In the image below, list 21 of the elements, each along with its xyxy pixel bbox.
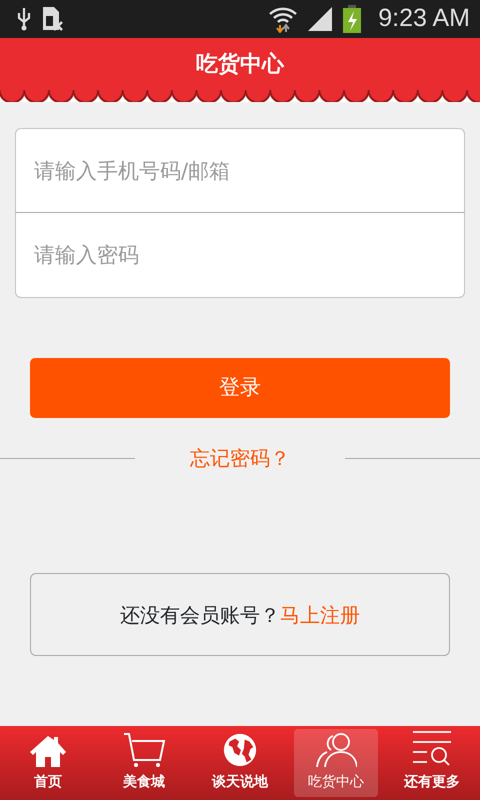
sim-card-icon <box>42 6 64 32</box>
signal-icon <box>308 7 332 31</box>
people-icon <box>315 732 357 768</box>
tab[interactable]: 还有更多 <box>390 729 474 797</box>
wifi-icon <box>268 5 298 33</box>
tab[interactable]: 首页 <box>6 729 90 797</box>
password-field[interactable]: 请输入密码 <box>15 213 465 298</box>
tab[interactable]: 吃货中心 <box>294 729 378 797</box>
register-prompt: 还没有会员账号？ <box>120 602 280 628</box>
header-title: 吃货中心 <box>196 50 284 78</box>
tab[interactable]: 美食城 <box>102 729 186 797</box>
login-button[interactable]: 登录 <box>30 358 450 418</box>
cart-icon <box>122 732 166 768</box>
usb-icon <box>16 7 32 31</box>
home-icon <box>28 734 68 768</box>
globe-icon <box>221 732 259 768</box>
list-search-icon <box>411 730 453 768</box>
tab[interactable]: 谈天说地 <box>198 729 282 797</box>
account-field[interactable]: 请输入手机号码/邮箱 <box>15 128 465 213</box>
status-time: 9:23 AM <box>378 3 470 34</box>
battery-icon <box>342 5 362 33</box>
